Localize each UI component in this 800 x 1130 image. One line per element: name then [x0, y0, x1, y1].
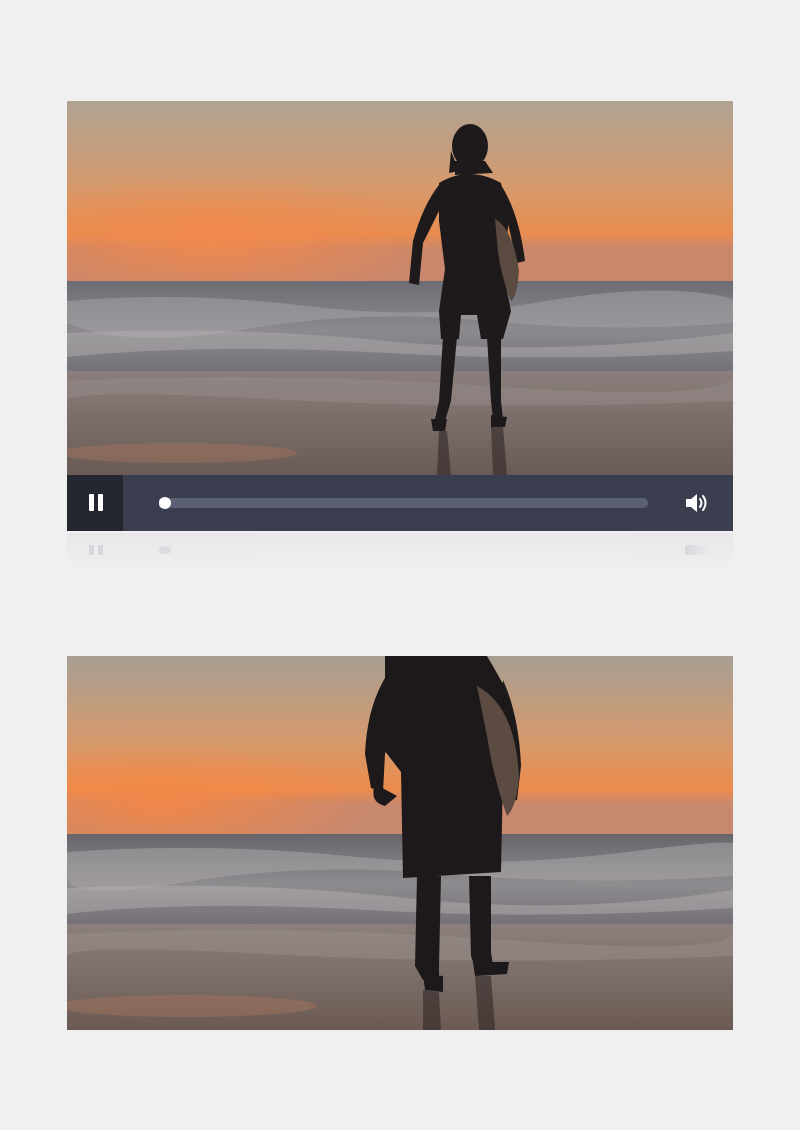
video-image-surfer-closeup — [67, 656, 733, 1030]
volume-button[interactable] — [683, 489, 711, 517]
video-frame[interactable] — [67, 101, 733, 475]
control-bar-reflection — [67, 533, 733, 569]
player-control-bar — [67, 475, 733, 531]
progress-bar[interactable] — [159, 497, 648, 509]
video-image-surfer-wide — [67, 101, 733, 475]
pause-button[interactable] — [67, 475, 123, 531]
volume-icon — [686, 494, 707, 512]
video-frame[interactable] — [67, 656, 733, 1030]
progress-handle[interactable] — [159, 497, 171, 509]
